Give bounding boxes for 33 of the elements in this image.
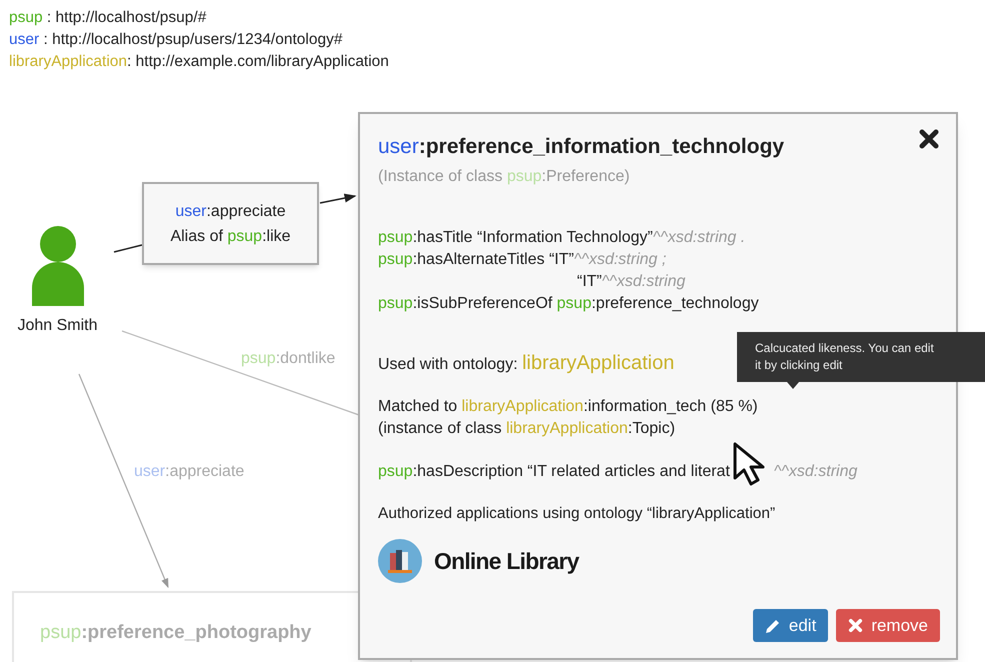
match-line: (instance of class libraryApplication:Topic) — [378, 419, 676, 439]
arrow — [320, 194, 356, 204]
match-line: Matched to libraryApplication:information_tech (85 %) — [378, 397, 759, 417]
person-icon — [30, 226, 86, 308]
close-icon — [848, 618, 864, 633]
prefix-line: user : http://localhost/psup/users/1234/ontology# — [9, 30, 344, 50]
person-name: John Smith — [17, 316, 98, 336]
prefix-line: psup : http://localhost/psup/# — [9, 8, 208, 28]
edit-button[interactable]: edit — [752, 609, 828, 642]
tooltip-pointer-icon — [787, 382, 799, 389]
datatype-label: ^^xsd:string — [774, 462, 858, 482]
edge-label: psup:dontlike — [241, 349, 336, 369]
app-name: Online Library — [434, 547, 579, 576]
prefix-line: libraryApplication: http://example.com/libraryApplication — [9, 52, 389, 72]
edge-label: user:appreciate — [175, 202, 286, 222]
ontology-line: Used with ontology: libraryApplication — [378, 351, 674, 376]
edge-label: Alias of psup:like — [170, 226, 291, 246]
resource-title: user:preference_information_technology — [378, 134, 784, 160]
books-icon — [378, 539, 422, 584]
close-button[interactable] — [918, 128, 940, 150]
edge-line — [114, 244, 142, 253]
tooltip: Calcucated likeness. You can edit it by clicking edit — [737, 332, 985, 382]
triple-line: psup:hasAlternateTitles “IT”^^xsd:string ; — [378, 250, 668, 270]
pencil-icon — [764, 618, 781, 634]
authorized-heading: Authorized applications using ontology “libraryApplication” — [378, 504, 776, 524]
triple-line: “IT”^^xsd:string — [576, 272, 686, 292]
class-subtitle: (Instance of class psup:Preference) — [378, 167, 631, 187]
remove-button[interactable]: remove — [836, 609, 940, 642]
triple-line: psup:isSubPreferenceOf psup:preference_technology — [378, 294, 760, 314]
close-icon — [918, 128, 940, 150]
triple-line: psup:hasTitle “Information Technology”^^xsd:string . — [378, 228, 746, 248]
description-line: psup:hasDescription “IT related articles and literat — [378, 462, 730, 482]
edge-label: user:appreciate — [134, 462, 244, 482]
